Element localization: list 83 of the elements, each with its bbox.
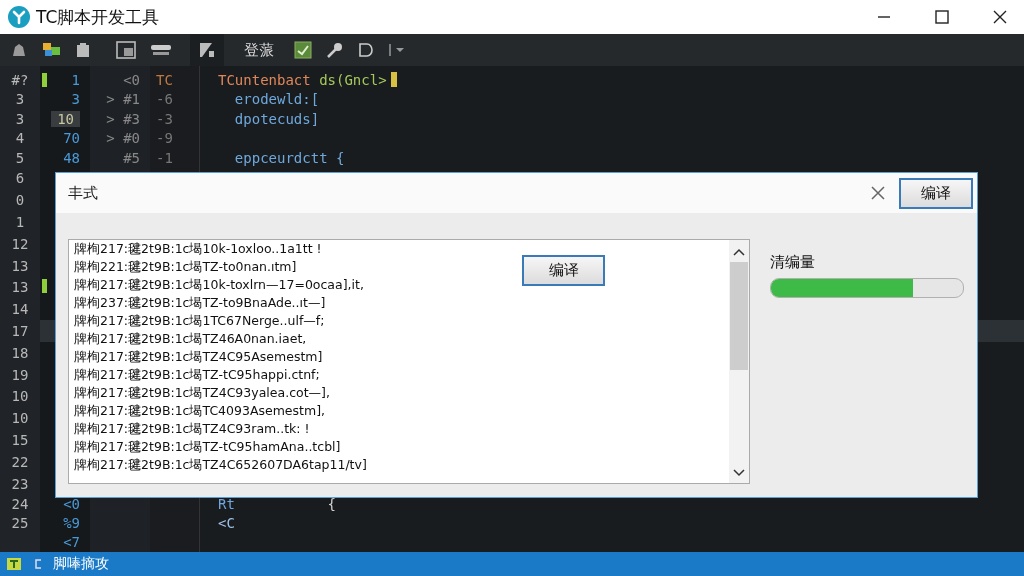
status-icon: [7, 558, 21, 570]
code-line: Rt {: [218, 495, 336, 512]
gutter-value: > #1: [106, 91, 140, 108]
line-number: 22: [11, 453, 29, 470]
scroll-up-icon[interactable]: [733, 248, 745, 256]
line-number: 3: [15, 110, 25, 127]
scrollbar[interactable]: [729, 240, 749, 483]
output-line: 牌栒221:毽2t9B:1c堨TZ-to0nan.ıtm]: [74, 258, 297, 276]
output-line: 牌栒217:毽2t9B:1c堨TZ4C93ram..tk: !: [74, 420, 310, 438]
toolbar-label[interactable]: 登蒎: [244, 40, 274, 60]
window-title: TC脚本开发工具: [36, 5, 160, 29]
gutter-value: TC: [156, 71, 173, 88]
output-line: 牌栒217:毽2t9B:1c堨TZ4C93yalea.cot—],: [74, 384, 330, 402]
bar-icon[interactable]: [150, 43, 172, 57]
output-line: 牌栒217:毽2t9B:1c堨1TC67Nerge..ulf—f;: [74, 312, 325, 330]
app-logo-icon: [8, 6, 30, 28]
gutter-value: 70: [63, 130, 80, 147]
output-line: 牌栒217:毽2t9B:1c堨10k-1oxloo..1a1tt !: [74, 240, 322, 258]
gutter-value: -3: [156, 110, 173, 127]
line-number: 0: [15, 192, 25, 209]
gutter-value: <7: [63, 533, 80, 550]
colorful-blocks-icon[interactable]: [42, 41, 62, 59]
code-line: eppceurdctt {: [233, 149, 345, 166]
line-number: 18: [11, 344, 29, 361]
line-number: 1: [15, 214, 25, 230]
line-number: 17: [11, 322, 29, 339]
line-number: 25: [11, 514, 29, 531]
gutter-value: 1: [71, 71, 80, 88]
compile-button[interactable]: 编译: [899, 177, 973, 209]
line-number: 10: [11, 410, 29, 427]
gutter-value: > #3: [106, 110, 140, 127]
gutter-value: 48: [63, 149, 80, 166]
code-line: dpotecuds]: [233, 110, 320, 127]
gutter-value: > #0: [106, 130, 140, 147]
line-number: 19: [11, 366, 29, 383]
line-number: 13: [11, 279, 29, 296]
line-number: 3: [15, 91, 25, 108]
dialog-title: 丰式: [68, 183, 98, 203]
chart-tool-button[interactable]: [190, 34, 224, 66]
output-line: 牌栒217:毽2t9B:1c堨TZ-tC95hamAna..tcbl]: [74, 438, 341, 456]
gutter-value: -9: [156, 130, 173, 147]
line-number: 14: [11, 301, 29, 318]
output-line: 牌栒217:毽2t9B:1c堨TZ4C95Asemestm]: [74, 348, 323, 366]
scrollbar-thumb[interactable]: [730, 262, 748, 370]
line-number: 24: [11, 495, 29, 512]
gutter-value: 10: [51, 110, 80, 127]
gutter-value: -1: [156, 149, 173, 166]
output-line: 牌栒237:毽2t9B:1c堨TZ-to9BnaAde..ıt—]: [74, 294, 326, 312]
dropdown-caret-icon[interactable]: [388, 42, 406, 58]
output-line: 牌栒217:毽2t9B:1c堨TZ-tC95happi.ctnf;: [74, 366, 320, 384]
output-line: 牌栒217:毽2t9B:1c堨TZ46A0nan.iaet,: [74, 330, 307, 348]
gutter-value: #5: [123, 149, 140, 166]
close-icon[interactable]: [993, 10, 1007, 24]
output-line: 牌栒217:毽2t9B:1c堨TZ4C652607DA6tap11/tv]: [74, 456, 367, 474]
clipboard-icon[interactable]: [76, 42, 90, 58]
line-number: 12: [11, 235, 29, 252]
window-icon[interactable]: [116, 41, 136, 59]
gutter-value: %9: [63, 514, 80, 531]
progress-label: 清编量: [770, 253, 816, 272]
maximize-icon[interactable]: [935, 10, 949, 24]
line-number: 13: [11, 257, 29, 274]
checkbox-icon[interactable]: [294, 41, 312, 59]
line-number: 5: [15, 149, 25, 166]
line-number: 15: [11, 431, 29, 448]
scroll-down-icon[interactable]: [733, 469, 745, 477]
code-line: TCuntenbact ds(Gncl>: [218, 71, 387, 88]
code-line: erodewld:[: [233, 91, 320, 108]
output-line: 牌栒217:毽2t9B:1c堨10k-toxlrn—17=0ocaa],it,: [74, 276, 364, 294]
line-number: 10: [11, 388, 29, 405]
gutter-value: -6: [156, 91, 173, 108]
output-line: 牌栒217:毽2t9B:1c堨TC4093Asemestm],: [74, 402, 325, 420]
status-text: 脚唪摘攻: [53, 555, 109, 573]
line-number: 4: [15, 130, 25, 147]
line-number: 23: [11, 475, 29, 492]
code-line: <C: [218, 514, 235, 531]
gutter-value: <0: [123, 71, 140, 88]
chart-icon: [198, 41, 216, 59]
wrench-icon[interactable]: [326, 41, 344, 59]
gutter-value: 3: [71, 91, 80, 108]
compile-button[interactable]: 编译: [522, 255, 605, 286]
line-number: 6: [15, 170, 25, 187]
line-number: #?: [11, 71, 29, 88]
gutter-value: <0: [63, 495, 80, 512]
